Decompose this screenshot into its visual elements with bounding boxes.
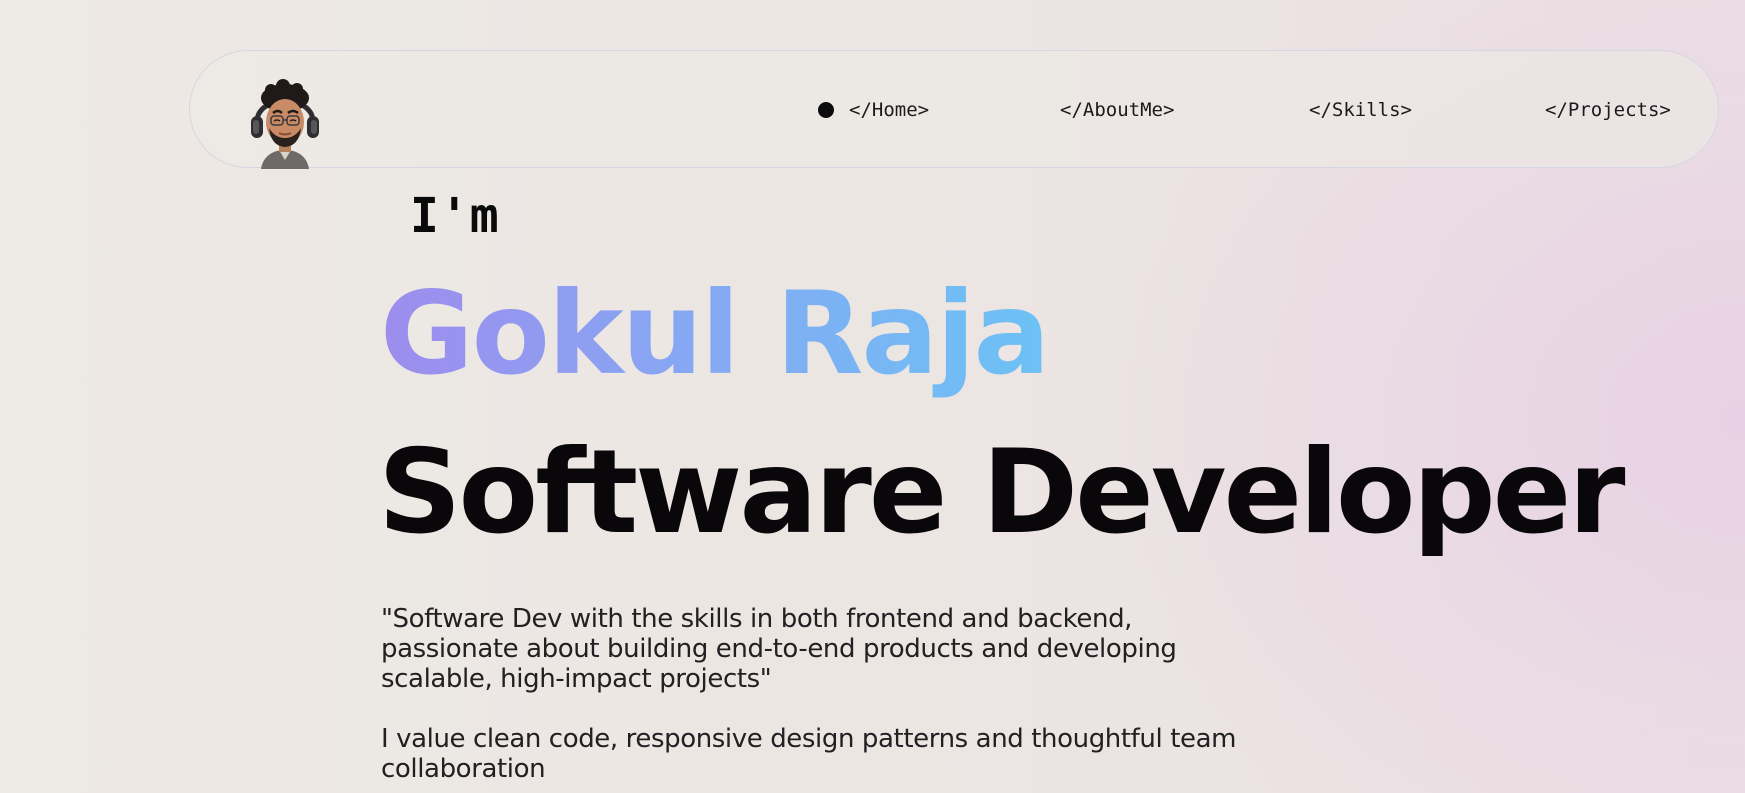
avatar[interactable] — [249, 78, 321, 169]
nav-item-home[interactable]: </Home> — [849, 98, 929, 122]
nav-item-projects[interactable]: </Projects> — [1545, 98, 1671, 122]
nav-item-aboutme[interactable]: </AboutMe> — [1060, 98, 1174, 122]
hero-values: I value clean code, responsive design pa… — [381, 724, 1237, 784]
avatar-memoji-icon — [251, 79, 319, 169]
active-indicator-icon — [818, 102, 834, 118]
nav-item-skills[interactable]: </Skills> — [1309, 98, 1412, 122]
hero-intro: I'm — [410, 188, 500, 244]
hero-quote: "Software Dev with the skills in both fr… — [381, 604, 1177, 694]
navbar — [189, 50, 1719, 169]
hero-role: Software Developer — [378, 425, 1625, 560]
hero-name: Gokul Raja — [380, 267, 1050, 400]
